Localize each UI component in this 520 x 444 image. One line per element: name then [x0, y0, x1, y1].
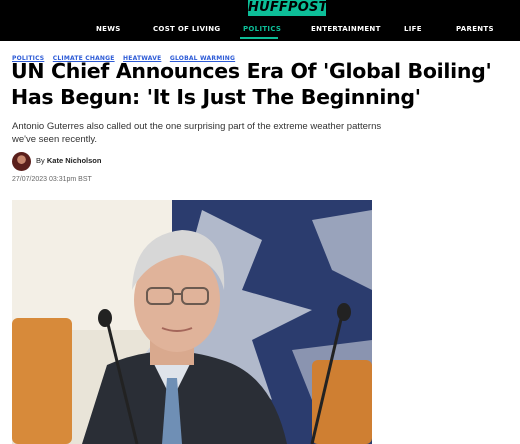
top-header: HUFFPOST NEWS COST OF LIVING POLITICS EN…	[0, 0, 520, 41]
author-avatar[interactable]	[12, 152, 31, 171]
main-nav: NEWS COST OF LIVING POLITICS ENTERTAINME…	[0, 22, 520, 40]
nav-news[interactable]: NEWS	[96, 25, 121, 33]
byline: By Kate Nicholson	[36, 156, 101, 165]
byline-prefix: By	[36, 156, 45, 165]
hero-photo-illustration	[12, 200, 372, 444]
nav-life[interactable]: LIFE	[404, 25, 422, 33]
article-headline: UN Chief Announces Era Of 'Global Boilin…	[11, 59, 492, 109]
huffpost-logo[interactable]: HUFFPOST	[248, 0, 327, 16]
nav-politics[interactable]: POLITICS	[243, 25, 281, 33]
article-subhead: Antonio Guterres also called out the one…	[12, 121, 382, 145]
nav-cost-of-living[interactable]: COST OF LIVING	[153, 25, 220, 33]
hero-image	[12, 200, 372, 444]
active-nav-indicator	[240, 37, 278, 39]
nav-entertainment[interactable]: ENTERTAINMENT	[311, 25, 381, 33]
article-tags: POLITICS CLIMATE CHANGE HEATWAVE GLOBAL …	[12, 47, 239, 62]
nav-parents[interactable]: PARENTS	[456, 25, 494, 33]
author-name[interactable]: Kate Nicholson	[47, 156, 102, 165]
publish-timestamp: 27/07/2023 03:31pm BST	[12, 176, 92, 183]
